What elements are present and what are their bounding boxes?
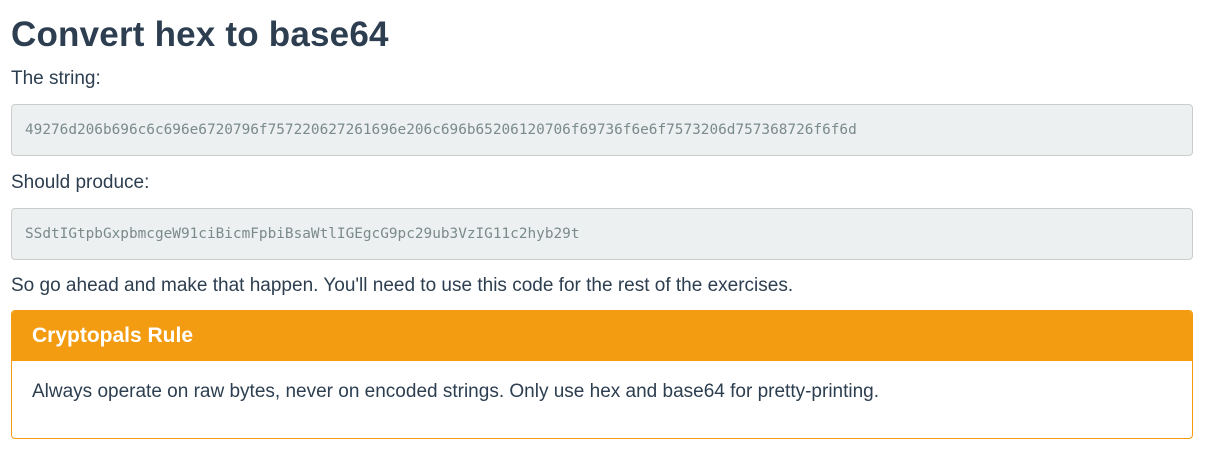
challenge-page: Convert hex to base64 The string: 49276d… [0,0,1206,459]
output-label: Should produce: [11,172,150,193]
rule-panel: Cryptopals Rule Always operate on raw by… [11,310,1193,439]
rule-panel-heading: Cryptopals Rule [12,311,1192,361]
rule-panel-body: Always operate on raw bytes, never on en… [32,381,880,402]
page-title: Convert hex to base64 [11,15,389,54]
input-label: The string: [11,68,101,89]
input-hex-codeblock: 49276d206b696c6c696e6720796f757220627261… [11,104,1193,156]
instruction-text: So go ahead and make that happen. You'll… [11,275,794,296]
output-base64-codeblock: SSdtIGtpbGxpbmcgeW91ciBicmFpbiBsaWtlIGEg… [11,208,1193,260]
